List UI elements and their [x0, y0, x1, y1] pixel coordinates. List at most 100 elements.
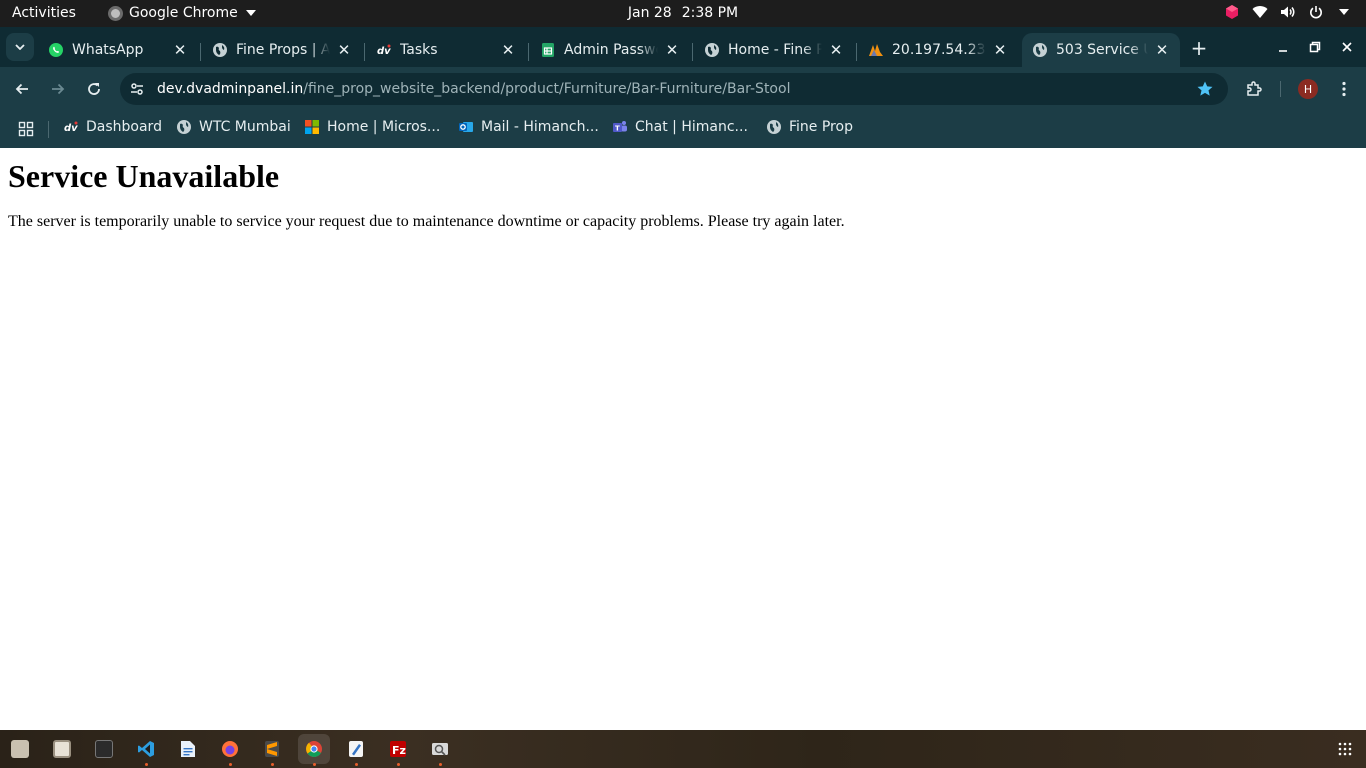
bookmark-fine-prop[interactable]: Fine Prop	[766, 119, 853, 135]
close-icon[interactable]: ✕	[336, 41, 352, 59]
tab-title: 503 Service Unavailable	[1056, 42, 1148, 58]
new-tab-button[interactable]: +	[1188, 36, 1210, 60]
menu-button[interactable]	[1332, 77, 1356, 101]
puzzle-icon	[1247, 81, 1262, 96]
tab-separator	[856, 43, 857, 61]
tab-phpmyadmin[interactable]: 20.197.54.238 ✕	[858, 33, 1018, 67]
tab-separator	[364, 43, 365, 61]
bookmark-outlook-mail[interactable]: Mail - Himanch...	[458, 119, 599, 135]
dock-app-vscode[interactable]	[130, 734, 162, 766]
arrow-left-icon	[15, 83, 28, 95]
globe-icon	[1032, 42, 1048, 58]
close-icon[interactable]: ✕	[828, 41, 844, 59]
dock-app-firefox[interactable]	[214, 734, 246, 766]
bookmark-dashboard[interactable]: dv Dashboard	[63, 119, 162, 135]
forward-button[interactable]	[46, 77, 70, 101]
sheets-icon	[540, 42, 556, 58]
dock-app-archive[interactable]	[4, 734, 36, 764]
svg-text:Fz: Fz	[392, 744, 406, 757]
firefox-app-icon	[222, 741, 238, 757]
tab-admin-passwords[interactable]: Admin Passwords ✕	[530, 33, 690, 67]
tab-tasks[interactable]: dv Tasks ✕	[366, 33, 526, 67]
clock-time: 2:38 PM	[681, 5, 739, 21]
globe-icon	[212, 42, 228, 58]
error-message: The server is temporarily unable to serv…	[8, 213, 845, 230]
tab-separator	[528, 43, 529, 61]
app-indicator-icon[interactable]	[1224, 4, 1240, 20]
apps-grid-icon[interactable]	[18, 121, 34, 137]
url-text: dev.dvadminpanel.in/fine_prop_website_ba…	[157, 81, 790, 97]
bookmarks-bar: dv Dashboard WTC Mumbai Home | Micros...…	[0, 111, 1366, 148]
caret-down-icon[interactable]	[1336, 4, 1352, 20]
page-content: Service Unavailable The server is tempor…	[0, 148, 1366, 730]
whatsapp-icon	[48, 42, 64, 58]
tab-title: WhatsApp	[72, 42, 144, 58]
terminal-app-icon	[95, 740, 113, 758]
tab-fine-props-admin[interactable]: Fine Props | Admin ✕	[202, 33, 362, 67]
close-window-button[interactable]	[1338, 38, 1356, 56]
tab-title: Home - Fine Props	[728, 42, 822, 58]
tab-separator	[200, 43, 201, 61]
tab-503-service-unavailable[interactable]: 503 Service Unavailable ✕	[1022, 33, 1180, 67]
running-indicator	[144, 763, 148, 766]
tab-search-button[interactable]	[6, 33, 34, 61]
minimize-icon	[1279, 50, 1287, 52]
close-icon[interactable]: ✕	[1154, 41, 1170, 59]
running-indicator	[354, 763, 358, 766]
site-info-icon[interactable]	[125, 77, 149, 101]
address-bar[interactable]: dev.dvadminpanel.in/fine_prop_website_ba…	[120, 73, 1228, 105]
tab-home-fine-props[interactable]: Home - Fine Props ✕	[694, 33, 854, 67]
clock[interactable]: Jan 28 2:38 PM	[0, 5, 1366, 21]
restore-button[interactable]	[1306, 38, 1324, 56]
bookmark-label: Home | Micros...	[327, 119, 441, 135]
bookmark-wtc-mumbai[interactable]: WTC Mumbai	[176, 119, 291, 135]
svg-text:T: T	[615, 125, 620, 133]
dock-app-terminal[interactable]	[88, 734, 120, 764]
close-icon[interactable]: ✕	[500, 41, 516, 59]
power-icon[interactable]	[1308, 4, 1324, 20]
dock-app-document[interactable]	[172, 734, 204, 764]
bookmark-teams-chat[interactable]: T Chat | Himanc...	[612, 119, 748, 135]
bookmark-microsoft-home[interactable]: Home | Micros...	[304, 119, 440, 135]
text-editor-app-icon	[349, 741, 363, 757]
close-icon[interactable]: ✕	[992, 41, 1008, 59]
restore-icon	[1309, 41, 1321, 53]
kebab-menu-icon	[1342, 81, 1346, 97]
show-applications-icon[interactable]	[1338, 741, 1352, 756]
dock-app-image-viewer[interactable]	[424, 734, 456, 766]
back-button[interactable]	[10, 77, 34, 101]
dock-app-chrome[interactable]	[298, 734, 330, 766]
taskbar-dock: Fz	[0, 730, 1366, 768]
running-indicator	[312, 763, 316, 766]
reload-button[interactable]	[82, 77, 106, 101]
bookmark-label: Mail - Himanch...	[481, 119, 599, 135]
document-app-icon	[181, 741, 195, 757]
dock-app-files[interactable]	[46, 734, 78, 764]
phpmyadmin-icon	[868, 42, 884, 58]
system-tray[interactable]	[1224, 4, 1352, 20]
arrow-right-icon	[52, 83, 65, 95]
extensions-button[interactable]	[1242, 77, 1266, 101]
globe-icon	[766, 119, 782, 135]
tab-strip: WhatsApp ✕ Fine Props | Admin ✕ dv Tasks…	[0, 27, 1366, 67]
profile-avatar[interactable]: H	[1298, 79, 1318, 99]
bookmark-label: Dashboard	[86, 119, 162, 135]
close-icon[interactable]: ✕	[172, 41, 188, 59]
files-app-icon	[53, 740, 71, 758]
bookmark-star-icon[interactable]	[1196, 80, 1214, 98]
wifi-icon[interactable]	[1252, 4, 1268, 20]
dock-app-sublime[interactable]	[256, 734, 288, 766]
svg-text:dv: dv	[64, 123, 78, 134]
dock-app-text-editor[interactable]	[340, 734, 372, 766]
chevron-down-icon	[15, 44, 25, 50]
tab-separator	[692, 43, 693, 61]
close-icon[interactable]: ✕	[664, 41, 680, 59]
minimize-button[interactable]	[1274, 38, 1292, 56]
page-title: Service Unavailable	[8, 158, 280, 194]
bookmark-label: WTC Mumbai	[199, 119, 291, 135]
volume-icon[interactable]	[1280, 4, 1296, 20]
reload-icon	[88, 83, 100, 95]
url-path: /fine_prop_website_backend/product/Furni…	[303, 81, 791, 97]
dock-app-filezilla[interactable]: Fz	[382, 734, 414, 766]
tab-whatsapp[interactable]: WhatsApp ✕	[38, 33, 198, 67]
